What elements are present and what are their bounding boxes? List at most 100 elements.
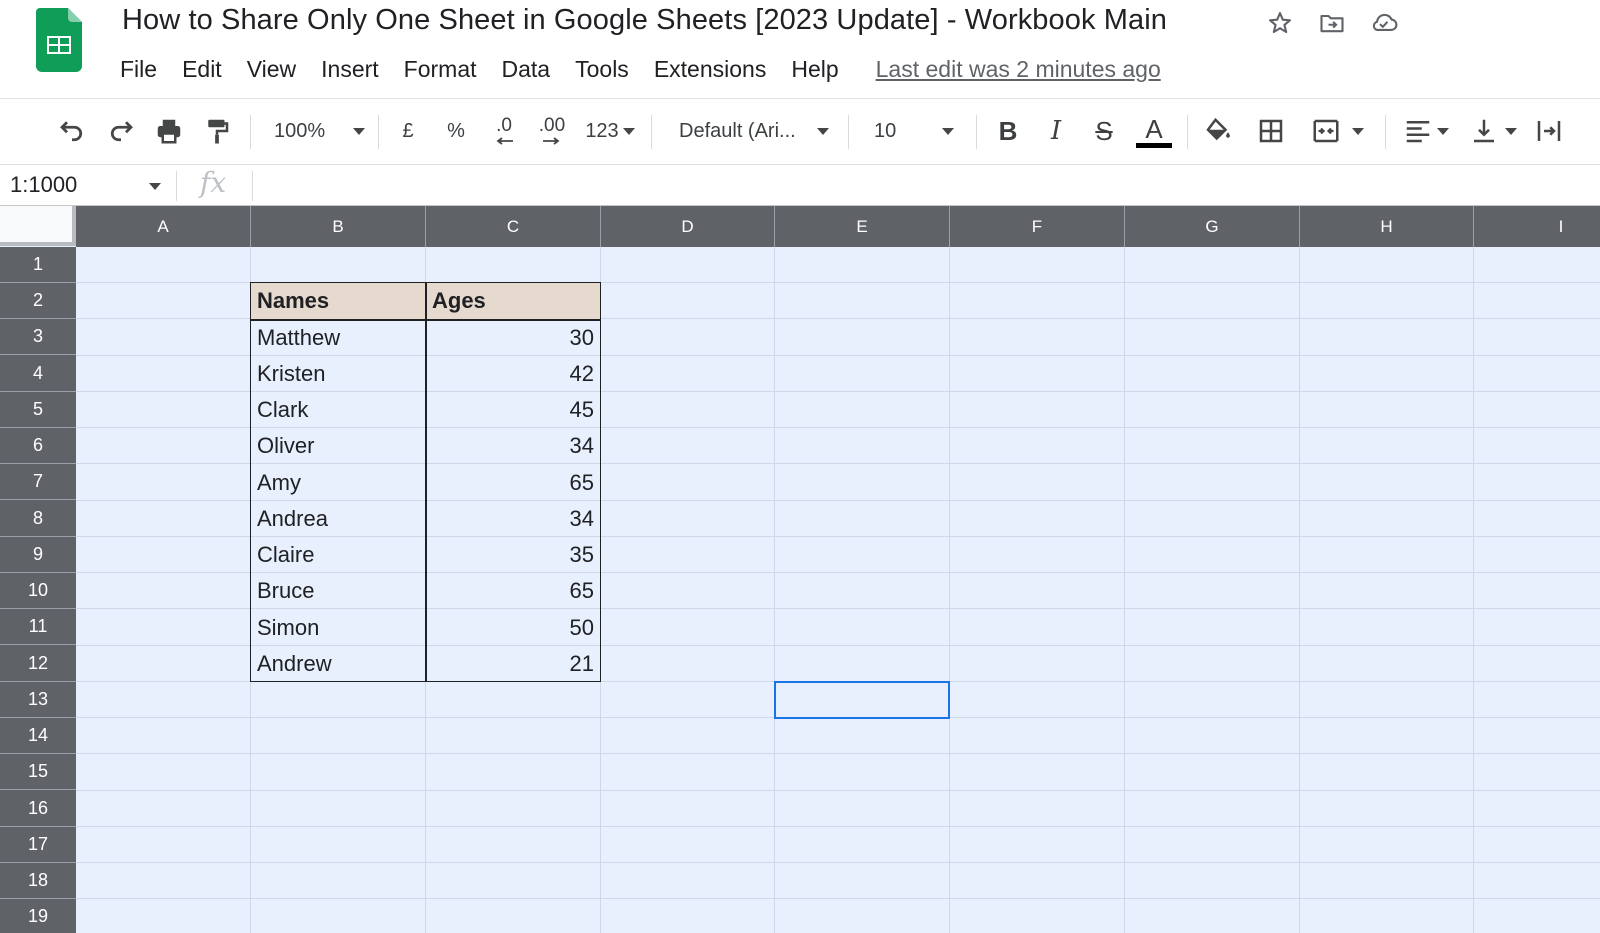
table-cell-age[interactable]: 50 bbox=[426, 610, 600, 645]
paint-format-icon[interactable] bbox=[199, 109, 235, 153]
row-header[interactable]: 10 bbox=[0, 573, 76, 609]
table-cell-age[interactable]: 65 bbox=[426, 573, 600, 608]
row-header[interactable]: 6 bbox=[0, 428, 76, 464]
text-wrap-icon[interactable] bbox=[1532, 109, 1566, 153]
menu-view[interactable]: View bbox=[247, 56, 296, 83]
row-header[interactable]: 7 bbox=[0, 464, 76, 500]
column-header[interactable]: G bbox=[1125, 206, 1300, 247]
percent-format-button[interactable]: % bbox=[440, 109, 472, 153]
table-cell-age[interactable]: 21 bbox=[426, 646, 600, 681]
row-header[interactable]: 4 bbox=[0, 356, 76, 392]
increase-decimal-button[interactable]: .00 bbox=[532, 109, 572, 153]
document-title[interactable]: How to Share Only One Sheet in Google Sh… bbox=[122, 4, 1167, 37]
horizontal-align-button[interactable] bbox=[1398, 109, 1454, 153]
font-size-select[interactable]: 10 bbox=[862, 109, 966, 153]
row-header[interactable]: 2 bbox=[0, 283, 76, 319]
table-cell-age[interactable]: 30 bbox=[426, 320, 600, 355]
redo-icon[interactable] bbox=[103, 109, 139, 153]
column-header[interactable]: H bbox=[1300, 206, 1474, 247]
decrease-decimal-button[interactable]: .0 bbox=[484, 109, 524, 153]
table-cell-age[interactable]: 65 bbox=[426, 465, 600, 500]
toolbar-separator bbox=[1187, 115, 1188, 149]
column-header[interactable]: D bbox=[601, 206, 775, 247]
column-header[interactable]: I bbox=[1474, 206, 1600, 247]
fill-color-icon[interactable] bbox=[1200, 109, 1236, 153]
table-header-names[interactable]: Names bbox=[251, 283, 425, 319]
table-cell-name[interactable]: Andrea bbox=[251, 501, 425, 536]
table-header-ages[interactable]: Ages bbox=[426, 283, 600, 319]
row-header[interactable]: 14 bbox=[0, 718, 76, 754]
row-header[interactable]: 12 bbox=[0, 646, 76, 682]
currency-label: £ bbox=[402, 120, 413, 143]
menu-file[interactable]: File bbox=[120, 56, 157, 83]
italic-button[interactable]: I bbox=[1038, 109, 1074, 153]
name-box[interactable]: 1:1000 bbox=[0, 165, 172, 206]
merge-cells-button[interactable] bbox=[1305, 109, 1369, 153]
table-cell-name[interactable]: Bruce bbox=[251, 573, 425, 608]
menu-extensions[interactable]: Extensions bbox=[654, 56, 767, 83]
column-header[interactable]: A bbox=[76, 206, 251, 247]
row-header[interactable]: 5 bbox=[0, 392, 76, 428]
chevron-down-icon[interactable] bbox=[140, 171, 170, 201]
menu-tools[interactable]: Tools bbox=[575, 56, 629, 83]
last-edit-link[interactable]: Last edit was 2 minutes ago bbox=[876, 56, 1161, 83]
chevron-down-icon bbox=[1352, 128, 1364, 135]
row-header[interactable]: 18 bbox=[0, 863, 76, 899]
currency-format-button[interactable]: £ bbox=[392, 109, 424, 153]
table-cell-name[interactable]: Claire bbox=[251, 537, 425, 572]
menu-help[interactable]: Help bbox=[791, 56, 838, 83]
table-cell-name[interactable]: Clark bbox=[251, 392, 425, 427]
column-headers: A B C D E F G H I bbox=[76, 206, 1600, 247]
row-header[interactable]: 16 bbox=[0, 791, 76, 827]
table-cell-name[interactable]: Simon bbox=[251, 610, 425, 645]
undo-icon[interactable] bbox=[54, 109, 90, 153]
menu-edit[interactable]: Edit bbox=[182, 56, 222, 83]
menu-format[interactable]: Format bbox=[404, 56, 477, 83]
move-to-folder-icon[interactable] bbox=[1317, 8, 1347, 38]
chevron-down-icon bbox=[942, 128, 954, 135]
column-header[interactable]: C bbox=[426, 206, 601, 247]
bold-button[interactable]: B bbox=[990, 109, 1026, 153]
row-header[interactable]: 8 bbox=[0, 501, 76, 537]
menu-data[interactable]: Data bbox=[502, 56, 551, 83]
print-icon[interactable] bbox=[151, 109, 187, 153]
row-header[interactable]: 15 bbox=[0, 754, 76, 790]
gridline bbox=[600, 247, 601, 933]
row-header[interactable]: 13 bbox=[0, 682, 76, 718]
font-family-select[interactable]: Default (Ari... bbox=[668, 109, 838, 153]
formula-input[interactable] bbox=[262, 171, 1562, 201]
sheets-logo[interactable] bbox=[36, 8, 82, 72]
strikethrough-button[interactable]: S bbox=[1086, 109, 1122, 153]
table-cell-name[interactable]: Oliver bbox=[251, 428, 425, 463]
vertical-align-button[interactable] bbox=[1464, 109, 1522, 153]
cell-area[interactable]: Names Ages Matthew 30 Kristen 42 Clark 4… bbox=[76, 247, 1600, 933]
formula-bar: 1:1000 fx bbox=[0, 164, 1600, 206]
text-color-button[interactable]: A bbox=[1134, 109, 1174, 153]
table-cell-age[interactable]: 45 bbox=[426, 392, 600, 427]
table-cell-age[interactable]: 34 bbox=[426, 501, 600, 536]
row-header[interactable]: 19 bbox=[0, 899, 76, 933]
row-header[interactable]: 9 bbox=[0, 537, 76, 573]
table-cell-age[interactable]: 34 bbox=[426, 428, 600, 463]
row-header[interactable]: 17 bbox=[0, 827, 76, 863]
borders-icon[interactable] bbox=[1253, 109, 1289, 153]
zoom-select[interactable]: 100% bbox=[264, 109, 372, 153]
table-cell-name[interactable]: Kristen bbox=[251, 356, 425, 391]
table-cell-name[interactable]: Matthew bbox=[251, 320, 425, 355]
column-header[interactable]: F bbox=[950, 206, 1125, 247]
row-header[interactable]: 1 bbox=[0, 247, 76, 283]
table-cell-name[interactable]: Amy bbox=[251, 465, 425, 500]
table-cell-age[interactable]: 42 bbox=[426, 356, 600, 391]
column-header[interactable]: E bbox=[775, 206, 950, 247]
table-cell-age[interactable]: 35 bbox=[426, 537, 600, 572]
select-all-corner[interactable] bbox=[0, 206, 76, 246]
more-formats-button[interactable]: 123 bbox=[580, 109, 640, 153]
star-icon[interactable] bbox=[1265, 8, 1295, 38]
cloud-saved-icon[interactable] bbox=[1369, 8, 1399, 38]
table-cell-name[interactable]: Andrew bbox=[251, 646, 425, 681]
active-cell-selection[interactable] bbox=[774, 681, 950, 719]
menu-insert[interactable]: Insert bbox=[321, 56, 379, 83]
row-header[interactable]: 11 bbox=[0, 609, 76, 645]
column-header[interactable]: B bbox=[251, 206, 426, 247]
row-header[interactable]: 3 bbox=[0, 319, 76, 355]
